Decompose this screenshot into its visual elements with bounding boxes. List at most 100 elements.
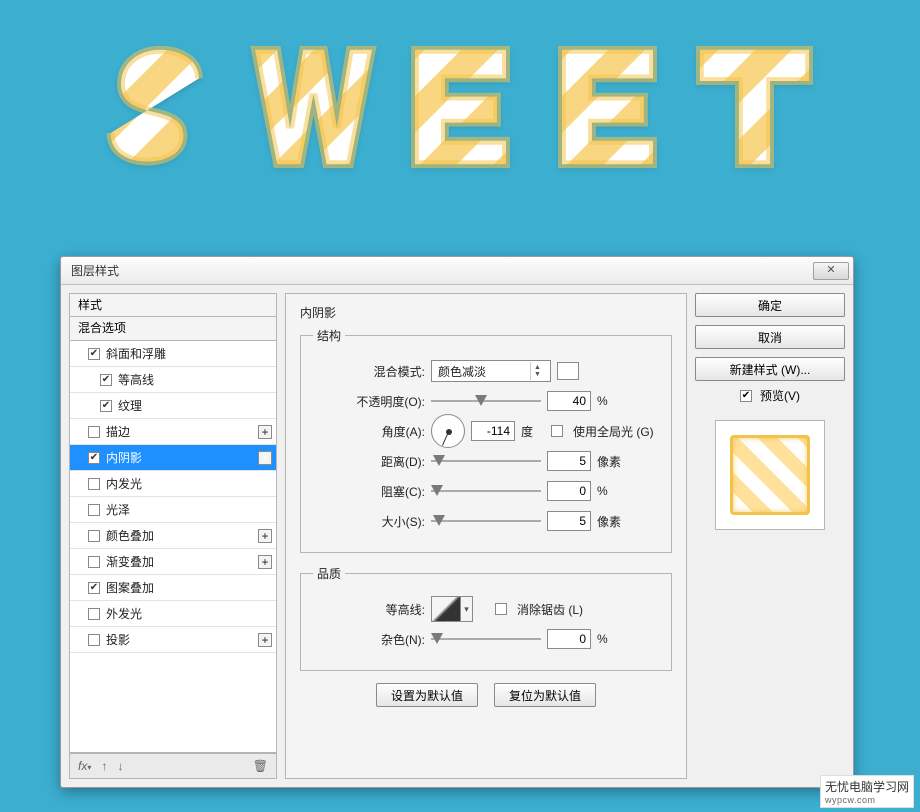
opacity-input[interactable]: [547, 391, 591, 411]
ok-button[interactable]: 确定: [695, 293, 845, 317]
panel-title: 内阴影: [300, 304, 672, 321]
size-input[interactable]: [547, 511, 591, 531]
choke-input[interactable]: [547, 481, 591, 501]
choke-label: 阻塞(C):: [337, 483, 425, 500]
checkbox-drop-shadow[interactable]: [88, 634, 100, 646]
distance-label: 距离(D):: [337, 453, 425, 470]
percent-unit: %: [597, 394, 608, 408]
style-satin[interactable]: 光泽: [70, 497, 276, 523]
move-up-icon[interactable]: ↑: [101, 759, 107, 773]
style-drop-shadow[interactable]: 投影 +: [70, 627, 276, 653]
set-default-button[interactable]: 设置为默认值: [376, 683, 478, 707]
close-button[interactable]: ✕: [813, 262, 849, 280]
preview-box: [715, 420, 825, 530]
percent-unit: %: [597, 484, 608, 498]
styles-list: 斜面和浮雕 等高线 纹理 描边 + 内阴影 + 内发光: [69, 341, 277, 753]
blend-mode-label: 混合模式:: [337, 363, 425, 380]
style-pattern-overlay[interactable]: 图案叠加: [70, 575, 276, 601]
checkbox-satin[interactable]: [88, 504, 100, 516]
checkbox-contour[interactable]: [100, 374, 112, 386]
checkbox-outer-glow[interactable]: [88, 608, 100, 620]
global-light-label: 使用全局光 (G): [573, 423, 654, 440]
canvas-text: [0, 0, 920, 172]
checkbox-grad-overlay[interactable]: [88, 556, 100, 568]
fx-menu-icon[interactable]: fx▾: [78, 759, 91, 773]
add-color-overlay-icon[interactable]: +: [258, 529, 272, 543]
trash-icon[interactable]: 🗑: [253, 759, 268, 773]
size-slider[interactable]: [431, 514, 541, 528]
antialias-label: 消除锯齿 (L): [517, 601, 583, 618]
settings-panel: 内阴影 结构 混合模式: 颜色减淡 ▲▼ 不透明度(O): %: [285, 293, 687, 779]
style-label: 图案叠加: [106, 579, 154, 596]
style-outer-glow[interactable]: 外发光: [70, 601, 276, 627]
distance-slider[interactable]: [431, 454, 541, 468]
style-stroke[interactable]: 描边 +: [70, 419, 276, 445]
styles-footer: fx▾ ↑ ↓ 🗑: [69, 753, 277, 779]
angle-dial[interactable]: [431, 414, 465, 448]
preview-checkbox[interactable]: [740, 390, 752, 402]
contour-dropdown-icon[interactable]: ▾: [461, 596, 473, 622]
style-label: 纹理: [118, 397, 142, 414]
letter-t: [687, 42, 822, 172]
checkbox-inner-shadow[interactable]: [88, 452, 100, 464]
checkbox-pattern-overlay[interactable]: [88, 582, 100, 594]
style-bevel[interactable]: 斜面和浮雕: [70, 341, 276, 367]
choke-slider[interactable]: [431, 484, 541, 498]
dialog-title: 图层样式: [71, 262, 119, 279]
checkbox-inner-glow[interactable]: [88, 478, 100, 490]
style-gradient-overlay[interactable]: 渐变叠加 +: [70, 549, 276, 575]
styles-header[interactable]: 样式: [69, 293, 277, 317]
degree-unit: 度: [521, 423, 533, 440]
style-inner-glow[interactable]: 内发光: [70, 471, 276, 497]
px-unit: 像素: [597, 453, 621, 470]
contour-picker[interactable]: [431, 596, 461, 622]
noise-slider[interactable]: [431, 632, 541, 646]
global-light-checkbox[interactable]: [551, 425, 563, 437]
noise-label: 杂色(N):: [337, 631, 425, 648]
style-inner-shadow[interactable]: 内阴影 +: [70, 445, 276, 471]
checkbox-color-overlay[interactable]: [88, 530, 100, 542]
style-contour[interactable]: 等高线: [70, 367, 276, 393]
size-label: 大小(S):: [337, 513, 425, 530]
add-inner-shadow-icon[interactable]: +: [258, 451, 272, 465]
add-grad-overlay-icon[interactable]: +: [258, 555, 272, 569]
style-label: 内发光: [106, 475, 142, 492]
blend-mode-value: 颜色减淡: [438, 363, 486, 380]
contour-label: 等高线:: [337, 601, 425, 618]
shadow-color-swatch[interactable]: [557, 362, 579, 380]
move-down-icon[interactable]: ↓: [117, 759, 123, 773]
styles-column: 样式 混合选项 斜面和浮雕 等高线 纹理 描边 + 内阴影 +: [69, 293, 277, 779]
checkbox-stroke[interactable]: [88, 426, 100, 438]
style-label: 光泽: [106, 501, 130, 518]
right-column: 确定 取消 新建样式 (W)... 预览(V): [695, 293, 845, 779]
distance-input[interactable]: [547, 451, 591, 471]
watermark-line2: wypcw.com: [825, 795, 909, 805]
style-label: 外发光: [106, 605, 142, 622]
group-structure: 结构 混合模式: 颜色减淡 ▲▼ 不透明度(O): % 角度(A): [300, 327, 672, 553]
checkbox-texture[interactable]: [100, 400, 112, 412]
checkbox-bevel[interactable]: [88, 348, 100, 360]
antialias-checkbox[interactable]: [495, 603, 507, 615]
angle-label: 角度(A):: [337, 423, 425, 440]
style-color-overlay[interactable]: 颜色叠加 +: [70, 523, 276, 549]
group-structure-legend: 结构: [313, 327, 345, 344]
add-drop-shadow-icon[interactable]: +: [258, 633, 272, 647]
cancel-button[interactable]: 取消: [695, 325, 845, 349]
style-label: 描边: [106, 423, 130, 440]
watermark: 无忧电脑学习网 wypcw.com: [820, 775, 914, 808]
opacity-slider[interactable]: [431, 394, 541, 408]
blend-options[interactable]: 混合选项: [69, 317, 277, 341]
percent-unit: %: [597, 632, 608, 646]
add-stroke-icon[interactable]: +: [258, 425, 272, 439]
letter-e2: [540, 42, 675, 172]
blend-mode-select[interactable]: 颜色减淡 ▲▼: [431, 360, 551, 382]
reset-default-button[interactable]: 复位为默认值: [494, 683, 596, 707]
px-unit: 像素: [597, 513, 621, 530]
angle-input[interactable]: [471, 421, 515, 441]
style-texture[interactable]: 纹理: [70, 393, 276, 419]
new-style-button[interactable]: 新建样式 (W)...: [695, 357, 845, 381]
select-arrows-icon: ▲▼: [530, 362, 544, 380]
noise-input[interactable]: [547, 629, 591, 649]
titlebar[interactable]: 图层样式 ✕: [61, 257, 853, 285]
letter-s: [99, 42, 234, 172]
